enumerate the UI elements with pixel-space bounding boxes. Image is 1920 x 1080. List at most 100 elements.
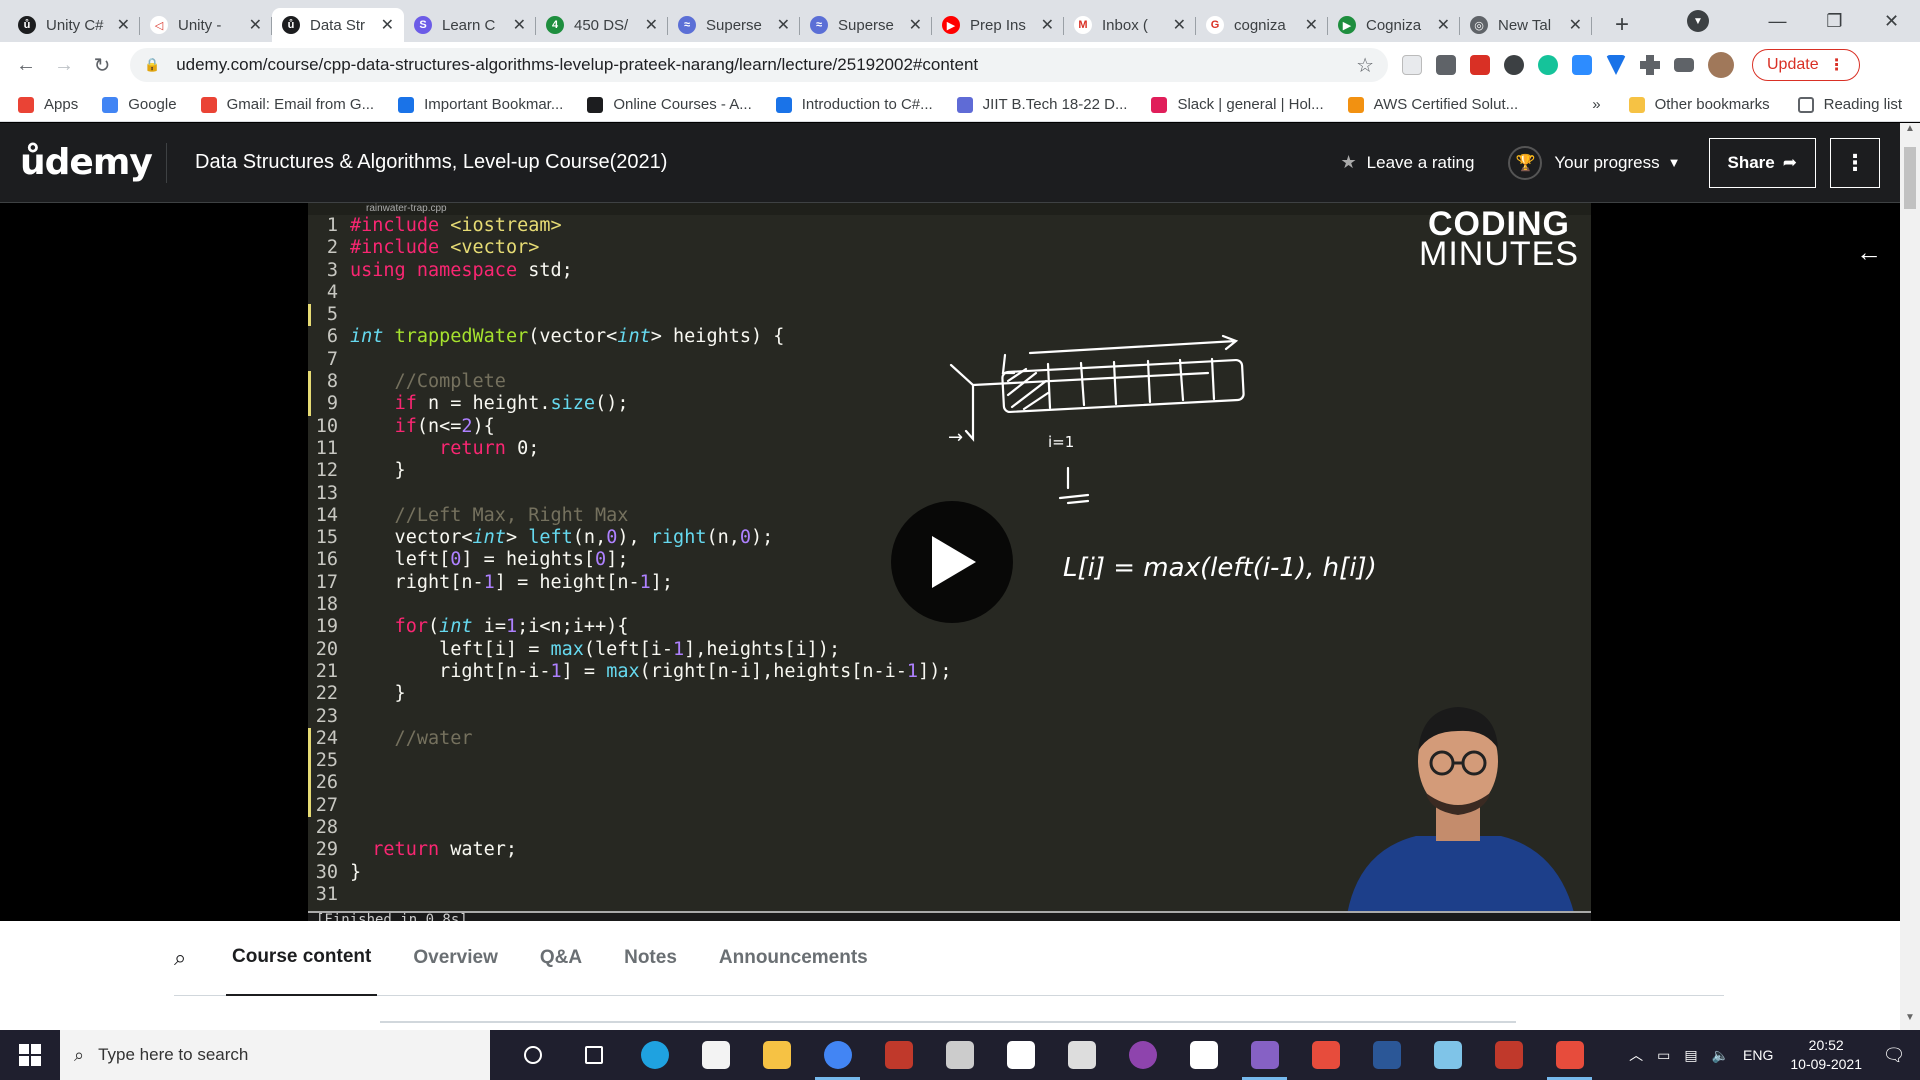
- browser-tab[interactable]: ů Data Str ✕: [272, 8, 404, 42]
- url-text[interactable]: udemy.com/course/cpp-data-structures-alg…: [176, 55, 1356, 75]
- bookmark-item[interactable]: Slack | general | Hol...: [1151, 96, 1324, 113]
- scroll-down-icon[interactable]: ▼: [1900, 1012, 1920, 1030]
- taskbar-app-github[interactable]: [1112, 1030, 1173, 1080]
- extension-icon[interactable]: [1436, 55, 1456, 75]
- course-tab[interactable]: Q&A: [534, 921, 588, 996]
- browser-tab[interactable]: ◎ New Tal ✕: [1460, 8, 1592, 42]
- browser-tab[interactable]: ◁ Unity - ✕: [140, 8, 272, 42]
- profile-avatar[interactable]: [1708, 52, 1734, 78]
- bookmark-item[interactable]: JIIT B.Tech 18-22 D...: [956, 96, 1127, 113]
- language-indicator[interactable]: ENG: [1743, 1047, 1773, 1063]
- close-tab-icon[interactable]: ✕: [777, 15, 790, 35]
- bookmark-item[interactable]: Google: [102, 96, 177, 113]
- course-tab[interactable]: Announcements: [713, 921, 874, 996]
- battery-icon[interactable]: ▭: [1657, 1047, 1670, 1064]
- update-button[interactable]: Update ⋮: [1752, 49, 1860, 81]
- address-bar[interactable]: 🔒 udemy.com/course/cpp-data-structures-a…: [130, 48, 1388, 82]
- taskbar-app-task-view[interactable]: [563, 1030, 624, 1080]
- close-tab-icon[interactable]: ✕: [1437, 15, 1450, 35]
- bookmark-item[interactable]: Gmail: Email from G...: [200, 96, 374, 113]
- browser-tab[interactable]: ▶ Cogniza ✕: [1328, 8, 1460, 42]
- share-button[interactable]: Share ➦: [1708, 137, 1816, 188]
- bookmark-star-icon[interactable]: ☆: [1356, 53, 1374, 78]
- taskbar-app-sql-developer[interactable]: [868, 1030, 929, 1080]
- sidebar-toggle-arrow-icon[interactable]: ←: [1856, 237, 1882, 268]
- clock[interactable]: 20:52 10-09-2021: [1790, 1036, 1862, 1074]
- taskbar-app-store[interactable]: [685, 1030, 746, 1080]
- extension-icon[interactable]: [1606, 55, 1626, 75]
- new-tab-button[interactable]: +: [1602, 8, 1642, 42]
- taskbar-app-visual-studio[interactable]: [1234, 1030, 1295, 1080]
- taskbar-search[interactable]: ⌕ Type here to search: [60, 1030, 490, 1080]
- grammarly-icon[interactable]: [1538, 55, 1558, 75]
- bookmark-item[interactable]: Online Courses - A...: [587, 96, 752, 113]
- close-tab-icon[interactable]: ✕: [381, 15, 394, 35]
- minimize-button[interactable]: —: [1749, 11, 1806, 32]
- taskbar-app-office[interactable]: [1295, 1030, 1356, 1080]
- reload-button[interactable]: ↻: [86, 49, 118, 81]
- taskbar-app-pdf[interactable]: [1478, 1030, 1539, 1080]
- show-hidden-icons-icon[interactable]: ︿: [1629, 1045, 1643, 1065]
- udemy-logo[interactable]: ůdemy: [0, 142, 166, 183]
- close-tab-icon[interactable]: ✕: [1041, 15, 1054, 35]
- taskbar-app-udemy-app[interactable]: [1539, 1030, 1600, 1080]
- close-tab-icon[interactable]: ✕: [513, 15, 526, 35]
- close-tab-icon[interactable]: ✕: [645, 15, 658, 35]
- extensions-puzzle-icon[interactable]: [1640, 55, 1660, 75]
- leave-rating-button[interactable]: ★ Leave a rating: [1341, 152, 1475, 173]
- back-button[interactable]: ←: [10, 49, 42, 81]
- close-window-button[interactable]: ✕: [1863, 11, 1920, 32]
- close-tab-icon[interactable]: ✕: [1305, 15, 1318, 35]
- browser-tab[interactable]: ≈ Superse ✕: [668, 8, 800, 42]
- close-tab-icon[interactable]: ✕: [1173, 15, 1186, 35]
- course-tab[interactable]: Overview: [407, 921, 504, 996]
- play-button[interactable]: [891, 501, 1013, 623]
- tab-search-icon[interactable]: ▼: [1687, 10, 1709, 32]
- close-tab-icon[interactable]: ✕: [909, 15, 922, 35]
- taskbar-app-cortana[interactable]: [502, 1030, 563, 1080]
- media-control-icon[interactable]: [1674, 58, 1694, 72]
- browser-tab[interactable]: Gcogniza ✕: [1196, 8, 1328, 42]
- reading-list[interactable]: Reading list: [1797, 96, 1902, 113]
- page-scrollbar[interactable]: ▲ ▼: [1900, 123, 1920, 1030]
- zoom-icon[interactable]: [1572, 55, 1592, 75]
- taskbar-app-unity[interactable]: [929, 1030, 990, 1080]
- course-tab[interactable]: Notes: [618, 921, 683, 996]
- close-tab-icon[interactable]: ✕: [1569, 15, 1582, 35]
- course-tab[interactable]: Course content: [226, 921, 378, 996]
- maximize-button[interactable]: ❐: [1806, 11, 1863, 32]
- browser-tab[interactable]: S Learn C ✕: [404, 8, 536, 42]
- browser-tab[interactable]: M Inbox (✕: [1064, 8, 1196, 42]
- bookmark-item[interactable]: Important Bookmar...: [398, 96, 563, 113]
- close-tab-icon[interactable]: ✕: [117, 15, 130, 35]
- browser-tab[interactable]: ů Unity C# ✕: [8, 8, 140, 42]
- extension-icon[interactable]: [1504, 55, 1524, 75]
- browser-tab[interactable]: 4 450 DS/ ✕: [536, 8, 668, 42]
- forward-button[interactable]: →: [48, 49, 80, 81]
- volume-icon[interactable]: 🔈: [1712, 1047, 1729, 1064]
- start-button[interactable]: [0, 1030, 60, 1080]
- close-tab-icon[interactable]: ✕: [249, 15, 262, 35]
- search-icon[interactable]: ⌕: [174, 945, 202, 971]
- taskbar-app-vscode-like[interactable]: [1173, 1030, 1234, 1080]
- your-progress-button[interactable]: 🏆 Your progress ▼: [1508, 145, 1681, 180]
- menu-dots-icon[interactable]: ⋮: [1829, 55, 1845, 75]
- taskbar-app-notepad[interactable]: [1417, 1030, 1478, 1080]
- scroll-up-icon[interactable]: ▲: [1900, 123, 1920, 141]
- other-bookmarks[interactable]: Other bookmarks: [1628, 96, 1770, 113]
- network-icon[interactable]: ▤: [1684, 1047, 1697, 1064]
- bookmark-item[interactable]: Apps: [18, 96, 78, 113]
- taskbar-app-photos[interactable]: [1051, 1030, 1112, 1080]
- browser-tab[interactable]: ≈ Superse ✕: [800, 8, 932, 42]
- taskbar-app-edge[interactable]: [624, 1030, 685, 1080]
- video-player[interactable]: rainwater-trap.cpp 1 #include <iostream> 2…: [308, 203, 1591, 921]
- taskbar-app-file-explorer[interactable]: [746, 1030, 807, 1080]
- taskbar-app-chrome[interactable]: [807, 1030, 868, 1080]
- bookmark-item[interactable]: AWS Certified Solut...: [1347, 96, 1518, 113]
- bookmark-item[interactable]: Introduction to C#...: [775, 96, 933, 113]
- extension-icon[interactable]: [1402, 55, 1422, 75]
- notification-icon[interactable]: 🗨: [1874, 1045, 1914, 1066]
- browser-tab[interactable]: ▶ Prep Ins ✕: [932, 8, 1064, 42]
- bookmarks-overflow-button[interactable]: »: [1592, 96, 1600, 113]
- taskbar-app-word[interactable]: [1356, 1030, 1417, 1080]
